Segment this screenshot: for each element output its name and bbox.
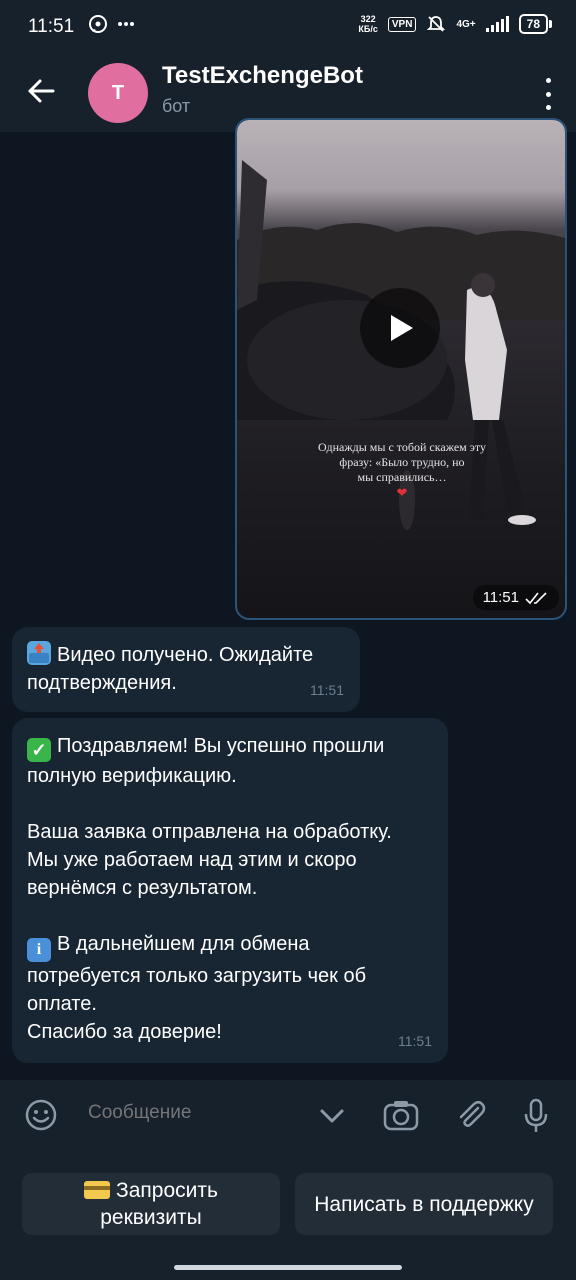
request-details-label: Запросить реквизиты (84, 1177, 218, 1231)
message-bubble[interactable]: ✓ Поздравляем! Вы успешно прошли полную в… (12, 718, 448, 1063)
contact-support-button[interactable]: Написать в поддержку (295, 1173, 553, 1235)
signal-icon (485, 16, 509, 32)
status-right: 322 КБ/с VPN 4G+ 78 (358, 14, 553, 34)
menu-icon[interactable] (544, 78, 552, 110)
chat-title[interactable]: TestExchengeBot (162, 62, 363, 90)
video-time-text: 11:51 (482, 589, 519, 606)
more-icon (118, 22, 134, 26)
bot-keyboard: Запросить реквизиты Написать в поддержку (0, 1150, 576, 1280)
avatar[interactable]: T (88, 63, 148, 123)
message-input[interactable] (88, 1102, 288, 1124)
inbox-tray-icon (27, 641, 51, 665)
video-message[interactable]: Однажды мы с тобой скажем эту фразу: «Бы… (235, 118, 567, 620)
message-bubble[interactable]: Видео получено. Ожидайте подтверждения. … (12, 627, 360, 712)
video-caption-line: мы справились… (357, 470, 447, 484)
whatsapp-icon (89, 15, 107, 33)
request-details-text: Запросить (116, 1179, 218, 1202)
credit-card-icon (84, 1181, 111, 1199)
attach-icon[interactable] (454, 1098, 488, 1132)
camera-icon[interactable] (382, 1098, 420, 1132)
chevron-down-icon[interactable] (318, 1102, 346, 1130)
status-time: 11:51 (28, 16, 75, 37)
home-indicator[interactable] (174, 1265, 402, 1270)
net-speed-value: 322 (360, 14, 376, 24)
message-text: Видео получено. Ожидайте подтверждения. (27, 644, 314, 694)
video-thumbnail[interactable]: Однажды мы с тобой скажем эту фразу: «Бы… (237, 120, 565, 618)
play-icon (391, 315, 413, 341)
info-icon: i (27, 938, 51, 962)
request-details-line1: Запросить (84, 1177, 218, 1204)
message-text-container: ✓ Поздравляем! Вы успешно прошли полную в… (27, 732, 434, 1046)
net-speed: 322 КБ/с (358, 14, 377, 34)
check-mark-icon: ✓ (27, 738, 51, 762)
battery-indicator: 78 (518, 14, 553, 34)
request-details-text-line2: реквизиты (100, 1206, 202, 1229)
video-caption-line: Однажды мы с тобой скажем эту (317, 440, 486, 454)
status-bar: 11:51 322 КБ/с VPN 4G+ 78 (0, 0, 576, 56)
heart-icon: ❤ (396, 485, 408, 500)
mute-icon (427, 16, 446, 32)
back-arrow-icon[interactable] (26, 76, 56, 106)
message-text: Поздравляем! Вы успешно прошли полную ве… (27, 735, 392, 899)
double-check-icon (525, 591, 547, 604)
request-details-button[interactable]: Запросить реквизиты (22, 1173, 280, 1235)
chat-subtitle: бот (162, 96, 191, 116)
video-timestamp: 11:51 (472, 585, 559, 610)
message-time: 11:51 (310, 682, 344, 698)
message-text: В дальнейшем для обмена потребуется толь… (27, 933, 367, 1043)
video-caption-line: фразу: «Было трудно, но (339, 455, 465, 469)
message-time: 11:51 (398, 1033, 432, 1049)
microphone-icon[interactable] (522, 1098, 550, 1134)
net-speed-unit: КБ/с (358, 24, 378, 34)
video-scene (237, 160, 565, 530)
network-type: 4G+ (456, 18, 476, 30)
emoji-icon[interactable] (24, 1098, 58, 1132)
message-text-container: Видео получено. Ожидайте подтверждения. (27, 641, 346, 697)
message-composer (0, 1080, 576, 1150)
vpn-badge: VPN (387, 16, 417, 32)
play-button[interactable] (360, 288, 440, 368)
video-caption: Однажды мы с тобой скажем эту фразу: «Бы… (297, 440, 507, 500)
status-left-icons (88, 14, 136, 34)
